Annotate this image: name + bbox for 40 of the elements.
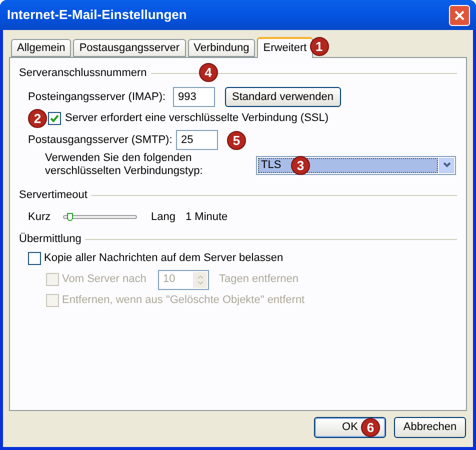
callout-badge: 3 [291, 156, 310, 174]
window-title: Internet-E-Mail-Einstellungen [6, 6, 188, 24]
field-label: Postausgangsserver (SMTP): [28, 132, 174, 148]
callout-badge: 1 [310, 37, 329, 56]
group-heading: Serveranschlussnummern [19, 66, 147, 81]
default-button[interactable]: Standard verwenden [225, 87, 341, 107]
slider-thumb[interactable] [66, 213, 73, 221]
spin-suffix: Tagen entfernen [219, 272, 299, 288]
timeout-reading: 1 Minute [185, 210, 228, 225]
close-button[interactable] [449, 4, 470, 26]
callout-badge: 4 [198, 62, 218, 82]
tab[interactable]: Verbindung [188, 39, 256, 57]
group-heading: Übermittlung [19, 232, 82, 247]
checkbox-label: Vom Server nach [62, 272, 148, 288]
spin-arrows-icon [193, 272, 207, 288]
checkbox[interactable] [28, 252, 41, 265]
checkbox[interactable] [48, 112, 61, 124]
slider-max-label: Lang [151, 210, 176, 225]
port-field[interactable]: 25 [176, 130, 218, 150]
checkbox-label: Server erfordert eine verschlüsselte Verbindung (SSL) [65, 110, 329, 126]
tab[interactable]: Erweitert [257, 37, 313, 58]
checkbox-label: Entfernen, wenn aus "Gelöschte Objekte" entfernt [62, 293, 305, 308]
tab[interactable]: Allgemein [11, 39, 72, 57]
encryption-dropdown[interactable]: TLS 3 [256, 156, 456, 174]
slider-min-label: Kurz [28, 210, 52, 225]
timeout-slider[interactable] [63, 215, 137, 219]
close-icon [454, 10, 465, 20]
callout-badge: 5 [227, 130, 246, 150]
dialog-button[interactable]: Abbrechen [394, 417, 466, 438]
callout-badge: 2 [28, 108, 47, 128]
checkmark-icon [50, 114, 59, 122]
spin-value: 10 [162, 272, 176, 288]
dialog-button[interactable]: OK 6 [314, 417, 386, 438]
port-field[interactable]: 993 [173, 87, 215, 107]
tab[interactable]: Postausgangsserver [73, 39, 186, 57]
callout-badge: 6 [360, 418, 380, 437]
group-heading: Servertimeout [19, 188, 88, 203]
field-label: Verwenden Sie den folgenden verschlüsselten Verbindungstyp: [45, 152, 204, 178]
checkbox-label: Kopie aller Nachrichten auf dem Server belassen [44, 251, 284, 266]
field-label: Posteingangsserver (IMAP): [28, 90, 167, 105]
